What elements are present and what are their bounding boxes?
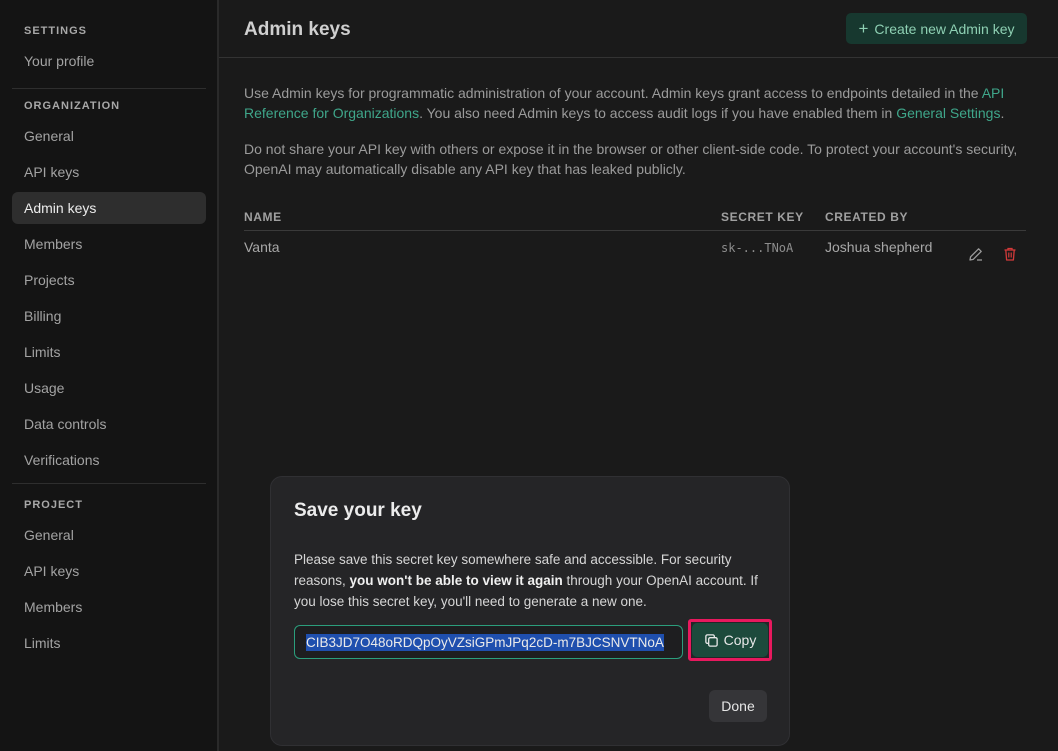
- sidebar-item-verifications[interactable]: Verifications: [12, 444, 206, 476]
- admin-keys-description: Use Admin keys for programmatic administ…: [244, 83, 1034, 123]
- trash-icon[interactable]: [1002, 246, 1018, 262]
- dialog-message-emphasis: you won't be able to view it again: [349, 573, 563, 588]
- column-header-secret-key: SECRET KEY: [721, 210, 804, 224]
- description-text: Use Admin keys for programmatic administ…: [244, 85, 982, 101]
- secret-key-selected-text[interactable]: CIB3JD7O48oRDQpOyVZsiGPmJPq2cD-m7BJCSNVT…: [306, 633, 664, 651]
- create-admin-key-button[interactable]: + Create new Admin key: [846, 13, 1027, 44]
- sidebar-item-usage[interactable]: Usage: [12, 372, 206, 404]
- sidebar-item-project-api-keys[interactable]: API keys: [12, 555, 206, 587]
- sidebar-divider: [12, 88, 206, 89]
- description-text: .: [1000, 105, 1005, 121]
- secret-key-cell: sk-...TNoA: [721, 241, 794, 255]
- copy-button[interactable]: Copy: [692, 623, 768, 657]
- create-admin-key-label: Create new Admin key: [874, 20, 1015, 37]
- dialog-message: Please save this secret key somewhere sa…: [294, 549, 764, 612]
- key-name-cell: Vanta: [244, 239, 280, 255]
- plus-icon: +: [858, 19, 869, 38]
- edit-icon[interactable]: [968, 246, 984, 262]
- sidebar-divider: [12, 483, 206, 484]
- sidebar-item-project-members[interactable]: Members: [12, 591, 206, 623]
- created-by-cell: Joshua shepherd: [825, 239, 933, 255]
- column-header-name: NAME: [244, 210, 282, 224]
- sidebar-item-project-general[interactable]: General: [12, 519, 206, 551]
- done-button[interactable]: Done: [709, 690, 767, 722]
- column-header-created-by: CREATED BY: [825, 210, 909, 224]
- page-title: Admin keys: [244, 19, 351, 40]
- page-header: Admin keys + Create new Admin key: [219, 0, 1058, 58]
- sidebar-item-project-limits[interactable]: Limits: [12, 627, 206, 659]
- description-text: . You also need Admin keys to access aud…: [419, 105, 897, 121]
- secret-key-field[interactable]: CIB3JD7O48oRDQpOyVZsiGPmJPq2cD-m7BJCSNVT…: [294, 625, 683, 659]
- copy-icon: [704, 633, 718, 647]
- copy-button-label: Copy: [723, 632, 757, 648]
- sidebar-item-org-api-keys[interactable]: API keys: [12, 156, 206, 188]
- sidebar-item-admin-keys[interactable]: Admin keys: [12, 192, 206, 224]
- sidebar-item-org-general[interactable]: General: [12, 120, 206, 152]
- settings-sidebar: SETTINGS Your profile ORGANIZATION Gener…: [0, 0, 218, 751]
- project-section-title: PROJECT: [24, 499, 83, 511]
- sidebar-item-limits[interactable]: Limits: [12, 336, 206, 368]
- table-header-divider: [244, 230, 1026, 231]
- sidebar-item-billing[interactable]: Billing: [12, 300, 206, 332]
- settings-section-title: SETTINGS: [24, 25, 88, 37]
- sidebar-item-members[interactable]: Members: [12, 228, 206, 260]
- security-warning-text: Do not share your API key with others or…: [244, 141, 1018, 177]
- sidebar-item-data-controls[interactable]: Data controls: [12, 408, 206, 440]
- general-settings-link[interactable]: General Settings: [896, 105, 1000, 121]
- sidebar-item-projects[interactable]: Projects: [12, 264, 206, 296]
- sidebar-item-your-profile[interactable]: Your profile: [12, 45, 206, 77]
- save-key-dialog: Save your key Please save this secret ke…: [270, 476, 790, 746]
- dialog-title: Save your key: [294, 500, 422, 521]
- organization-section-title: ORGANIZATION: [24, 100, 121, 112]
